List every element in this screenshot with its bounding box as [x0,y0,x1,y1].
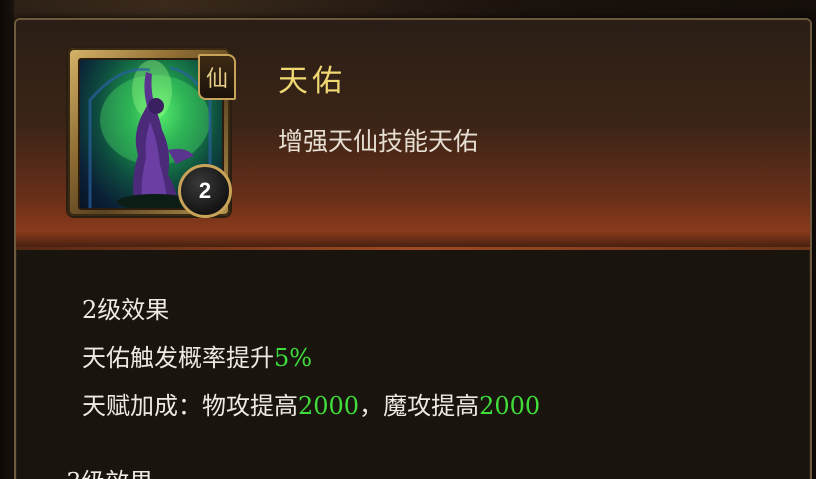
level-effects: 2级效果 天佑触发概率提升5% 天赋加成：物攻提高2000，魔攻提高2000 [82,286,540,430]
game-screen: 仙 2 天佑 增强天仙技能天佑 2级效果 天佑触发概率提升5% 天赋加成：物攻提… [0,0,816,479]
effects-heading: 2级效果 [82,296,170,324]
next-level-heading: 3级效果 [66,462,153,479]
skill-title: 天佑 [278,64,346,99]
skill-icon-frame: 仙 2 [68,48,236,218]
effect-value: 5% [274,344,313,372]
effect-value: 2000 [479,392,541,420]
effect-text: 天赋加成：物攻提高 [82,392,298,420]
effect-text: ，魔攻提高 [359,392,480,420]
skill-description: 增强天仙技能天佑 [278,127,479,156]
class-badge-label: 仙 [205,67,228,92]
skill-level-badge: 2 [178,164,232,218]
effect-trigger-rate: 天佑触发概率提升5% [82,334,540,382]
skill-level-value: 2 [198,178,212,203]
class-badge: 仙 [198,54,236,100]
skill-tooltip: 仙 2 天佑 增强天仙技能天佑 2级效果 天佑触发概率提升5% 天赋加成：物攻提… [14,18,812,479]
background-edge [0,0,14,479]
effect-talent-bonus: 天赋加成：物攻提高2000，魔攻提高2000 [82,382,540,430]
effect-text: 天佑触发概率提升 [82,344,274,372]
effect-value: 2000 [298,392,360,420]
